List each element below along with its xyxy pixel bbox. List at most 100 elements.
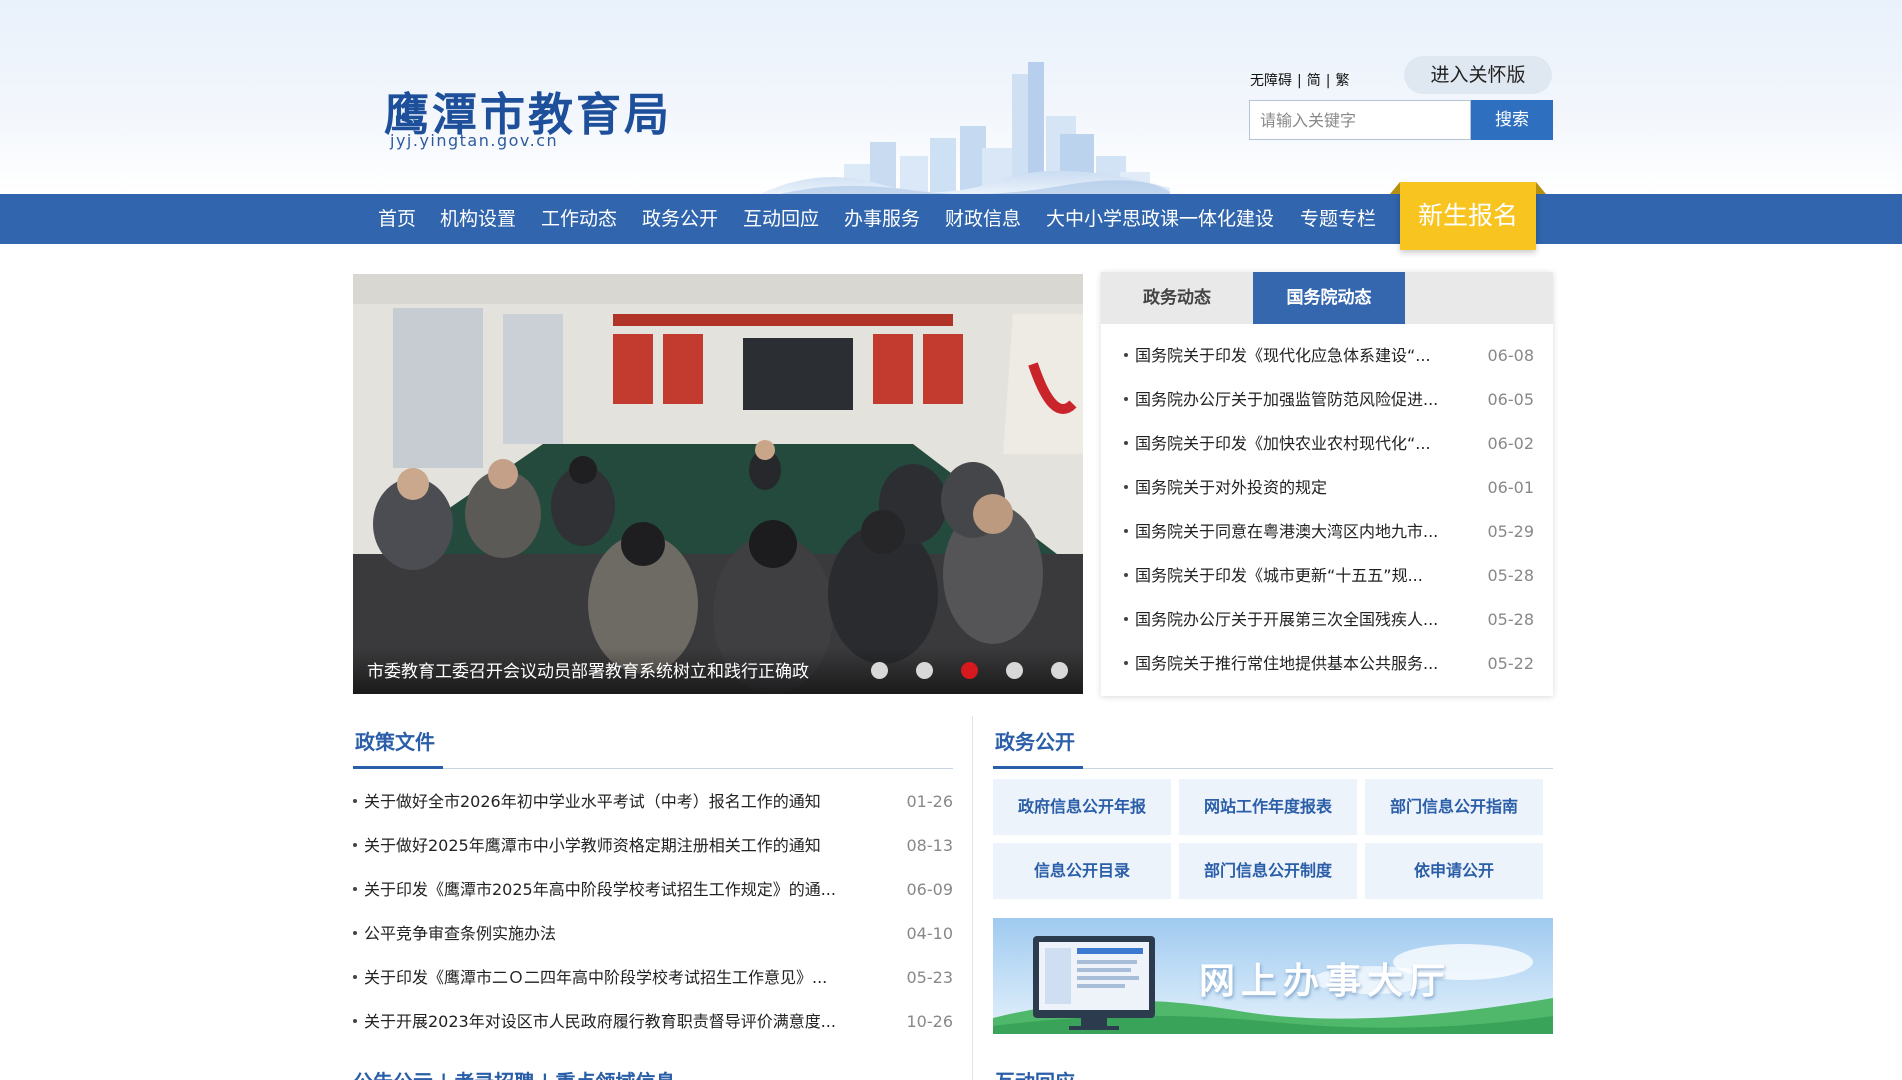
slide-caption[interactable]: 市委教育工委召开会议动员部署教育系统树立和践行正确政	[367, 657, 809, 682]
news-title[interactable]: 国务院关于推行常住地提供基本公共服务...	[1135, 650, 1465, 678]
dept-info-guide-button[interactable]: 部门信息公开指南	[1365, 779, 1543, 835]
news-date: 05-22	[1487, 654, 1535, 673]
news-date: 05-28	[1487, 566, 1535, 585]
separator: |	[1297, 73, 1302, 89]
list-item[interactable]: 国务院关于印发《城市更新“十五五”规... 05-28	[1124, 562, 1534, 590]
photo-slider[interactable]: 市委教育工委召开会议动员部署教育系统树立和践行正确政	[353, 274, 1083, 694]
separator: |	[1325, 73, 1331, 89]
bullet	[353, 975, 357, 979]
table-row[interactable]: 关于做好2025年鹰潭市中小学教师资格定期注册相关工作的通知 08-13	[353, 832, 953, 860]
bullet	[1124, 529, 1128, 533]
table-row[interactable]: 关于印发《鹰潭市2025年高中阶段学校考试招生工作规定》的通... 06-09	[353, 876, 953, 904]
site-domain: jyj.yingtan.gov.cn	[390, 131, 559, 150]
dept-info-system-button[interactable]: 部门信息公开制度	[1179, 843, 1357, 899]
list-item[interactable]: 国务院关于同意在粤港澳大湾区内地九市... 05-29	[1124, 518, 1534, 546]
policy-title[interactable]: 关于做好全市2026年初中学业水平考试（中考）报名工作的通知	[364, 788, 884, 816]
simplified-chinese-link[interactable]: 简	[1307, 73, 1321, 89]
policy-date: 08-13	[906, 836, 954, 855]
list-item[interactable]: 国务院关于推行常住地提供基本公共服务... 05-22	[1124, 650, 1534, 678]
new-student-enrollment-button[interactable]: 新生报名	[1390, 182, 1546, 250]
news-title[interactable]: 国务院关于印发《加快农业农村现代化“...	[1135, 430, 1465, 458]
top-links: 无障碍 | 简 | 繁	[1250, 70, 1349, 90]
policy-date: 05-23	[906, 968, 954, 987]
policy-date: 06-09	[906, 880, 954, 899]
policy-title[interactable]: 公平竞争审查条例实施办法	[364, 920, 884, 948]
policy-date: 04-10	[906, 924, 954, 943]
news-date: 06-02	[1487, 434, 1535, 453]
list-item[interactable]: 国务院关于印发《加快农业农村现代化“... 06-02	[1124, 430, 1534, 458]
policy-date: 10-26	[906, 1012, 954, 1031]
bullet	[1124, 353, 1128, 357]
policy-title[interactable]: 关于印发《鹰潭市2025年高中阶段学校考试招生工作规定》的通...	[364, 876, 884, 904]
city-skyline-illustration	[760, 62, 1170, 194]
news-title[interactable]: 国务院关于印发《现代化应急体系建设“...	[1135, 342, 1465, 370]
slider-dot[interactable]	[1051, 662, 1068, 679]
gov-info-annual-report-button[interactable]: 政府信息公开年报	[993, 779, 1171, 835]
bullet	[353, 1019, 357, 1023]
nav-item-services[interactable]: 办事服务	[844, 194, 920, 244]
announcements-section-title[interactable]: 公告公示 | 考录招聘 | 重点领域信息	[353, 1066, 675, 1080]
tab-gov-news[interactable]: 政务动态	[1101, 272, 1253, 324]
bullet	[1124, 573, 1128, 577]
care-mode-button[interactable]: 进入关怀版	[1404, 56, 1552, 94]
section-underline	[353, 766, 443, 769]
news-title[interactable]: 国务院关于印发《城市更新“十五五”规...	[1135, 562, 1465, 590]
bullet	[353, 887, 357, 891]
bullet	[1124, 661, 1128, 665]
bullet	[1124, 441, 1128, 445]
list-item[interactable]: 国务院关于印发《现代化应急体系建设“... 06-08	[1124, 342, 1534, 370]
slider-dot[interactable]	[916, 662, 933, 679]
website-annual-report-button[interactable]: 网站工作年度报表	[1179, 779, 1357, 835]
news-title[interactable]: 国务院关于对外投资的规定	[1135, 474, 1465, 502]
bullet	[1124, 397, 1128, 401]
search-button[interactable]: 搜索	[1471, 100, 1553, 140]
slider-dot[interactable]	[871, 662, 888, 679]
nav-item-interaction[interactable]: 互动回应	[743, 194, 819, 244]
section-divider	[353, 768, 953, 769]
list-item[interactable]: 国务院办公厅关于开展第三次全国残疾人... 05-28	[1124, 606, 1534, 634]
nav-item-special-topics[interactable]: 专题专栏	[1300, 194, 1376, 244]
table-row[interactable]: 关于印发《鹰潭市二Ｏ二四年高中阶段学校考试招生工作意见》... 05-23	[353, 964, 953, 992]
list-item[interactable]: 国务院办公厅关于加强监管防范风险促进... 06-05	[1124, 386, 1534, 414]
table-row[interactable]: 公平竞争审查条例实施办法 04-10	[353, 920, 953, 948]
apply-disclosure-button[interactable]: 依申请公开	[1365, 843, 1543, 899]
header-banner: 鹰潭市教育局 jyj.yingtan.gov.cn 无障碍 | 简 | 繁 进入关怀版 …	[0, 0, 1902, 194]
slider-dot[interactable]	[1006, 662, 1023, 679]
traditional-chinese-link[interactable]: 繁	[1335, 73, 1349, 89]
meeting-photo	[353, 274, 1083, 694]
bullet	[1124, 617, 1128, 621]
policy-title[interactable]: 关于做好2025年鹰潭市中小学教师资格定期注册相关工作的通知	[364, 832, 884, 860]
bullet	[353, 931, 357, 935]
bullet	[1124, 485, 1128, 489]
info-catalog-button[interactable]: 信息公开目录	[993, 843, 1171, 899]
table-row[interactable]: 关于开展2023年对设区市人民政府履行教育职责督导评价满意度... 10-26	[353, 1008, 953, 1036]
nav-item-ideology-course[interactable]: 大中小学思政课一体化建设	[1046, 194, 1274, 244]
slider-dot-active[interactable]	[961, 662, 978, 679]
search-input[interactable]	[1249, 100, 1471, 140]
nav-item-home[interactable]: 首页	[378, 194, 416, 244]
section-underline	[993, 766, 1083, 769]
tab-state-council-news[interactable]: 国务院动态	[1253, 272, 1405, 324]
table-row[interactable]: 关于做好全市2026年初中学业水平考试（中考）报名工作的通知 01-26	[353, 788, 953, 816]
news-date: 06-01	[1487, 478, 1535, 497]
column-divider	[972, 716, 973, 1080]
online-service-hall-banner[interactable]: 网上办事大厅	[993, 918, 1553, 1034]
interaction-section-title[interactable]: 互动回应	[995, 1066, 1075, 1080]
online-service-hall-text: 网上办事大厅	[1199, 961, 1452, 1002]
nav-item-finance[interactable]: 财政信息	[945, 194, 1021, 244]
policy-title[interactable]: 关于印发《鹰潭市二Ｏ二四年高中阶段学校考试招生工作意见》...	[364, 964, 884, 992]
news-date: 06-05	[1487, 390, 1535, 409]
news-title[interactable]: 国务院办公厅关于开展第三次全国残疾人...	[1135, 606, 1465, 634]
news-date: 05-29	[1487, 522, 1535, 541]
nav-item-gov-affairs[interactable]: 政务公开	[642, 194, 718, 244]
news-title[interactable]: 国务院办公厅关于加强监管防范风险促进...	[1135, 386, 1465, 414]
policy-title[interactable]: 关于开展2023年对设区市人民政府履行教育职责督导评价满意度...	[364, 1008, 884, 1036]
nav-item-work-news[interactable]: 工作动态	[541, 194, 617, 244]
policy-date: 01-26	[906, 792, 954, 811]
list-item[interactable]: 国务院关于对外投资的规定 06-01	[1124, 474, 1534, 502]
policy-section-title[interactable]: 政策文件	[355, 726, 435, 755]
news-title[interactable]: 国务院关于同意在粤港澳大湾区内地九市...	[1135, 518, 1465, 546]
accessibility-link[interactable]: 无障碍	[1250, 73, 1292, 89]
gov-open-section-title[interactable]: 政务公开	[995, 726, 1075, 755]
nav-item-organization[interactable]: 机构设置	[440, 194, 516, 244]
